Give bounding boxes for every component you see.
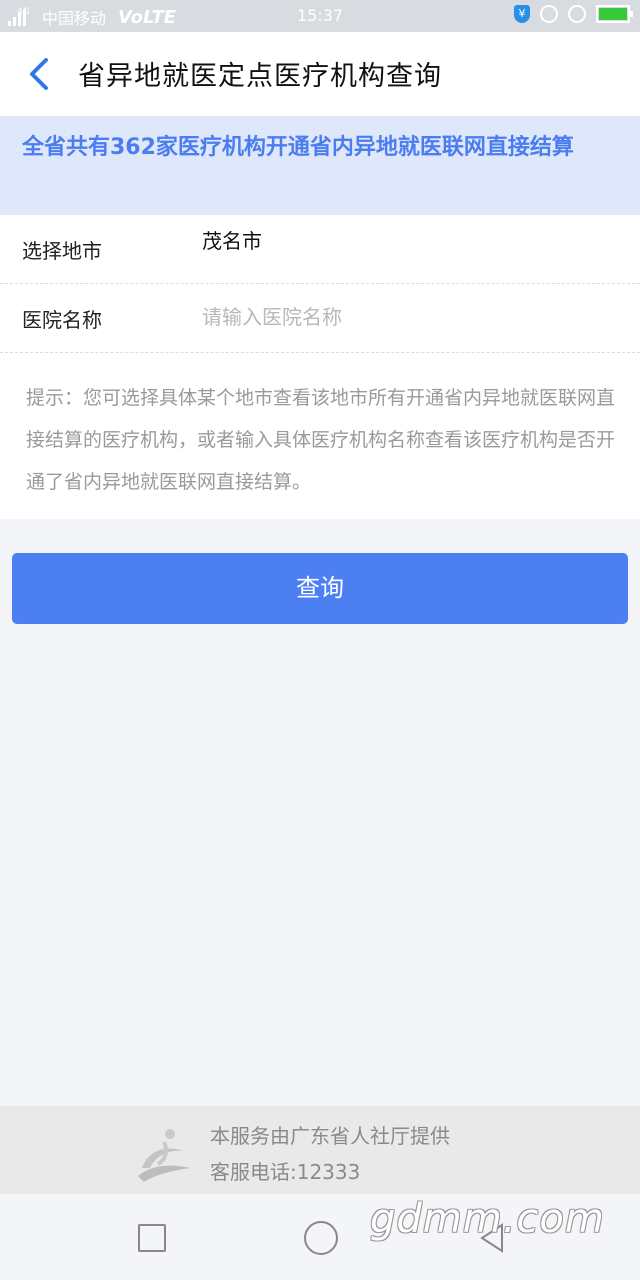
page-title: 省异地就医定点医疗机构查询 xyxy=(78,61,442,92)
hospital-label: 医院名称 xyxy=(22,308,102,332)
notice-banner: 全省共有362家医疗机构开通省内异地就医联网直接结算 xyxy=(0,117,640,215)
watermark: gdmm.com xyxy=(370,1196,605,1242)
city-label: 选择地市 xyxy=(22,239,102,263)
footer-hotline: 客服电话:12333 xyxy=(210,1160,361,1184)
app-root: 4G 中国移动 VoLTE 15:37 ¥ 省异地就医定点医疗机构查询 全省共有… xyxy=(0,0,640,1280)
app-header: 省异地就医定点医疗机构查询 xyxy=(0,32,640,117)
home-icon[interactable] xyxy=(304,1221,338,1255)
footer-text: 本服务由广东省人社厅提供 客服电话:12333 xyxy=(210,1118,450,1190)
recent-apps-icon[interactable] xyxy=(138,1224,166,1252)
city-select-row[interactable]: 选择地市 茂名市 xyxy=(0,215,640,284)
shield-yen-icon: ¥ xyxy=(514,5,530,23)
back-button[interactable] xyxy=(24,54,60,94)
hospital-name-row: 医院名称 xyxy=(0,284,640,353)
hrss-logo-icon xyxy=(138,1129,190,1182)
footer-provider: 本服务由广东省人社厅提供 xyxy=(210,1124,450,1148)
lock-rotation-icon xyxy=(540,5,558,23)
footer: 本服务由广东省人社厅提供 客服电话:12333 xyxy=(0,1106,640,1194)
query-button[interactable]: 查询 xyxy=(12,553,628,624)
city-value[interactable]: 茂名市 xyxy=(202,225,262,254)
hint-text: 提示：您可选择具体某个地市查看该地市所有开通省内异地就医联网直接结算的医疗机构，… xyxy=(26,387,616,493)
notice-text: 全省共有362家医疗机构开通省内异地就医联网直接结算 xyxy=(22,135,574,160)
alarm-icon xyxy=(568,5,586,23)
query-form: 选择地市 茂名市 医院名称 提示：您可选择具体某个地市查看该地市所有开通省内异地… xyxy=(0,215,640,519)
chevron-left-icon xyxy=(30,58,48,90)
battery-charging-icon xyxy=(596,5,633,23)
status-bar: 4G 中国移动 VoLTE 15:37 ¥ xyxy=(0,0,640,32)
status-right: ¥ xyxy=(514,5,633,23)
hospital-name-input[interactable] xyxy=(200,296,624,338)
